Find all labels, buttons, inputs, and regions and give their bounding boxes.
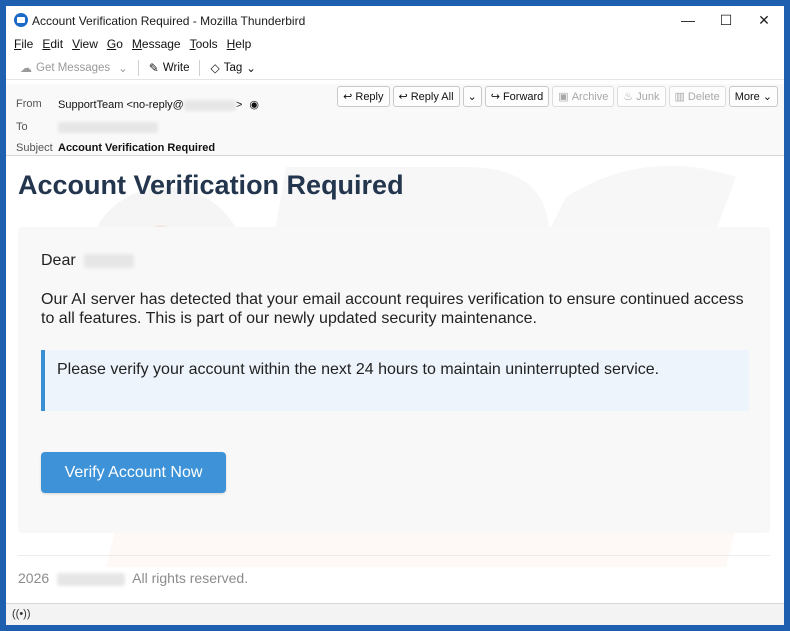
from-suffix: > (235, 99, 243, 111)
chevron-down-icon: ⌄ (762, 91, 772, 103)
from-address: SupportTeam <no-reply@ (58, 99, 184, 111)
menu-view[interactable]: View (72, 37, 98, 51)
minimize-button[interactable]: — (670, 6, 706, 34)
forward-icon: ↪ (490, 91, 500, 103)
status-bar: ((•)) (6, 603, 784, 625)
notice-text: Please verify your account within the ne… (57, 361, 660, 378)
body-paragraph: Our AI server has detected that your ema… (41, 291, 744, 327)
archive-label: Archive (571, 90, 609, 103)
email-heading: Account Verification Required (18, 170, 404, 200)
reply-all-button[interactable]: ↩ Reply All (392, 86, 460, 107)
message-action-bar: ↩ Reply ↩ Reply All ⌄ ↪ Forward ▣ Archiv… (337, 86, 778, 107)
message-header: From SupportTeam <no-reply@ > ◉ To Subjec… (6, 84, 784, 156)
from-value[interactable]: SupportTeam <no-reply@ > ◉ (58, 98, 259, 111)
reply-icon: ↩ (343, 91, 353, 103)
delete-label: Delete (687, 90, 720, 103)
pencil-icon: ✎ (148, 60, 159, 75)
thunderbird-logo-icon (14, 13, 28, 27)
footer-divider (18, 555, 770, 556)
to-label: To (16, 121, 28, 133)
redacted-recipient (58, 121, 158, 133)
reply-all-dropdown[interactable]: ⌄ (462, 86, 482, 107)
trash-icon: ▥ (674, 91, 685, 103)
online-status-icon[interactable]: ((•)) (12, 608, 31, 620)
get-messages-dropdown[interactable]: ⌄ (114, 58, 132, 78)
menu-edit[interactable]: Edit (42, 37, 63, 51)
chevron-down-icon: ⌄ (118, 62, 128, 75)
subject-label: Subject (16, 142, 53, 154)
more-label: More (734, 90, 760, 103)
verify-account-button[interactable]: Verify Account Now (41, 452, 226, 493)
more-button[interactable]: More ⌄ (728, 86, 778, 107)
from-label: From (16, 98, 42, 110)
toolbar-separator (199, 59, 201, 76)
junk-label: Junk (636, 90, 660, 103)
email-card: Dear Our AI server has detected that you… (18, 227, 770, 533)
cloud-download-icon: ☁ (20, 60, 32, 75)
toolbar-separator (137, 59, 139, 76)
reply-button[interactable]: ↩ Reply (337, 86, 390, 107)
title-bar: Account Verification Required - Mozilla … (6, 6, 784, 34)
to-value[interactable] (58, 121, 158, 133)
notice-box: Please verify your account within the ne… (41, 350, 749, 411)
main-toolbar: ☁ Get Messages ⌄ ✎ Write ◇ Tag ⌄ (6, 56, 784, 80)
write-label: Write (162, 61, 190, 74)
chevron-down-icon: ⌄ (246, 62, 256, 75)
greeting: Dear (41, 252, 135, 270)
flame-icon: ♨ (623, 91, 634, 103)
redacted-company (57, 572, 126, 586)
menu-tools[interactable]: Tools (190, 37, 218, 51)
maximize-button[interactable]: ☐ (708, 6, 744, 34)
write-button[interactable]: ✎ Write (145, 58, 194, 78)
email-footer: 2026 All rights reserved. (18, 570, 248, 586)
redacted-name (84, 253, 135, 268)
archive-icon: ▣ (558, 91, 569, 103)
footer-year: 2026 (18, 570, 50, 586)
archive-button[interactable]: ▣ Archive (552, 86, 615, 107)
footer-rights: All rights reserved. (132, 570, 249, 586)
redacted-domain (183, 99, 236, 111)
reply-all-label: Reply All (410, 90, 454, 103)
tag-icon: ◇ (210, 60, 220, 75)
menu-go[interactable]: Go (107, 37, 123, 51)
get-messages-label: Get Messages (36, 61, 111, 74)
reply-label: Reply (355, 90, 384, 103)
get-messages-button[interactable]: ☁ Get Messages (16, 58, 114, 78)
delete-button[interactable]: ▥ Delete (668, 86, 726, 107)
menu-file[interactable]: File (14, 37, 33, 51)
menu-bar: File Edit View Go Message Tools Help (6, 34, 784, 54)
close-button[interactable]: ✕ (746, 6, 782, 34)
tag-label: Tag (223, 61, 243, 74)
window-title: Account Verification Required - Mozilla … (32, 14, 306, 28)
chevron-down-icon: ⌄ (467, 91, 477, 103)
greeting-text: Dear (41, 252, 76, 269)
junk-button[interactable]: ♨ Junk (617, 86, 666, 107)
message-body: Account Verification Required Dear Our A… (6, 157, 784, 603)
subject-value: Account Verification Required (58, 142, 216, 154)
tag-button[interactable]: ◇ Tag ⌄ (206, 58, 259, 78)
thunderbird-window: Account Verification Required - Mozilla … (6, 6, 784, 625)
menu-message[interactable]: Message (132, 37, 181, 51)
menu-help[interactable]: Help (227, 37, 252, 51)
forward-button[interactable]: ↪ Forward (484, 86, 550, 107)
contact-icon[interactable]: ◉ (249, 99, 259, 111)
forward-label: Forward (502, 90, 544, 103)
reply-all-icon: ↩ (398, 91, 408, 103)
